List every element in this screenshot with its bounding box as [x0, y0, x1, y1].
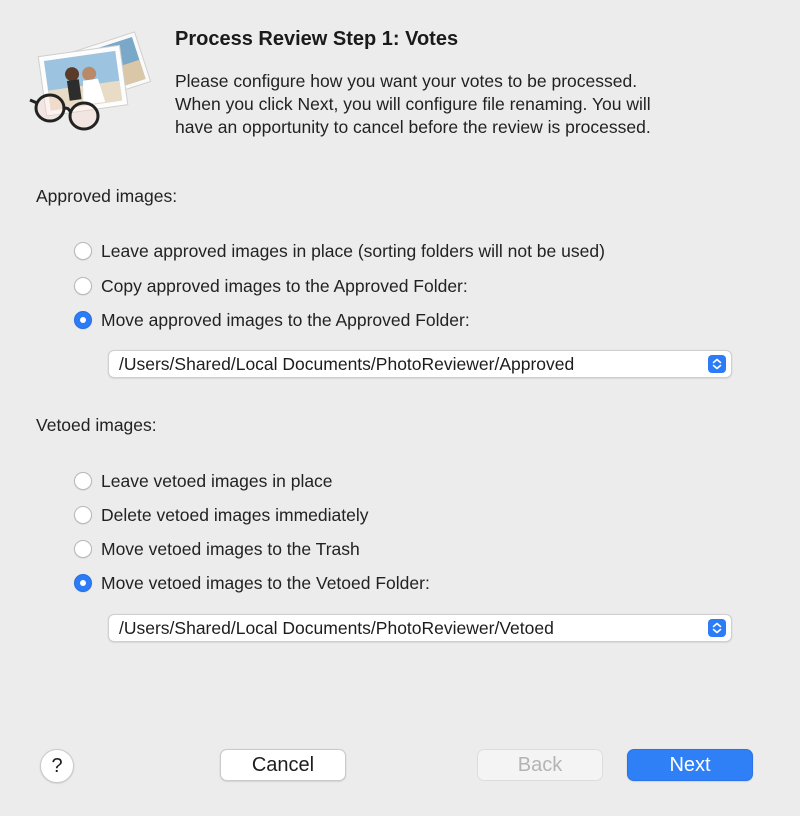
approved-folder-popup[interactable]: /Users/Shared/Local Documents/PhotoRevie…: [108, 350, 732, 378]
radio-label: Move vetoed images to the Vetoed Folder:: [101, 572, 430, 593]
radio-label: Move approved images to the Approved Fol…: [101, 309, 470, 330]
radio-button[interactable]: [74, 242, 92, 260]
radio-button-selected[interactable]: [74, 311, 92, 329]
dialog-intro: Please configure how you want your votes…: [175, 70, 775, 139]
dialog-title: Process Review Step 1: Votes: [175, 28, 459, 50]
next-button[interactable]: Next: [627, 749, 753, 781]
vetoed-section-label: Vetoed images:: [36, 415, 157, 435]
approved-section-label: Approved images:: [36, 186, 178, 206]
process-review-dialog: Process Review Step 1: Votes Please conf…: [0, 0, 800, 816]
chevron-up-down-icon: [708, 355, 726, 373]
radio-label: Leave approved images in place (sorting …: [101, 240, 605, 261]
vetoed-move-option[interactable]: Move vetoed images to the Vetoed Folder:: [74, 571, 430, 595]
approved-move-option[interactable]: Move approved images to the Approved Fol…: [74, 308, 470, 332]
radio-button[interactable]: [74, 277, 92, 295]
photos-and-glasses-icon: [28, 30, 168, 140]
radio-button[interactable]: [74, 506, 92, 524]
radio-label: Move vetoed images to the Trash: [101, 538, 360, 559]
radio-label: Leave vetoed images in place: [101, 470, 333, 491]
chevron-up-down-icon: [708, 619, 726, 637]
vetoed-delete-option[interactable]: Delete vetoed images immediately: [74, 503, 369, 527]
radio-button[interactable]: [74, 540, 92, 558]
back-button[interactable]: Back: [477, 749, 603, 781]
radio-button[interactable]: [74, 472, 92, 490]
vetoed-trash-option[interactable]: Move vetoed images to the Trash: [74, 537, 360, 561]
radio-label: Copy approved images to the Approved Fol…: [101, 275, 468, 296]
vetoed-folder-popup[interactable]: /Users/Shared/Local Documents/PhotoRevie…: [108, 614, 732, 642]
intro-line: When you click Next, you will configure …: [175, 94, 651, 114]
vetoed-folder-path: /Users/Shared/Local Documents/PhotoRevie…: [119, 617, 554, 638]
radio-button-selected[interactable]: [74, 574, 92, 592]
approved-copy-option[interactable]: Copy approved images to the Approved Fol…: [74, 274, 468, 298]
radio-label: Delete vetoed images immediately: [101, 504, 369, 525]
help-button[interactable]: ?: [40, 749, 74, 783]
vetoed-leave-option[interactable]: Leave vetoed images in place: [74, 469, 333, 493]
cancel-button[interactable]: Cancel: [220, 749, 346, 781]
approved-folder-path: /Users/Shared/Local Documents/PhotoRevie…: [119, 353, 575, 374]
intro-line: have an opportunity to cancel before the…: [175, 117, 651, 137]
intro-line: Please configure how you want your votes…: [175, 71, 638, 91]
approved-leave-option[interactable]: Leave approved images in place (sorting …: [74, 239, 605, 263]
